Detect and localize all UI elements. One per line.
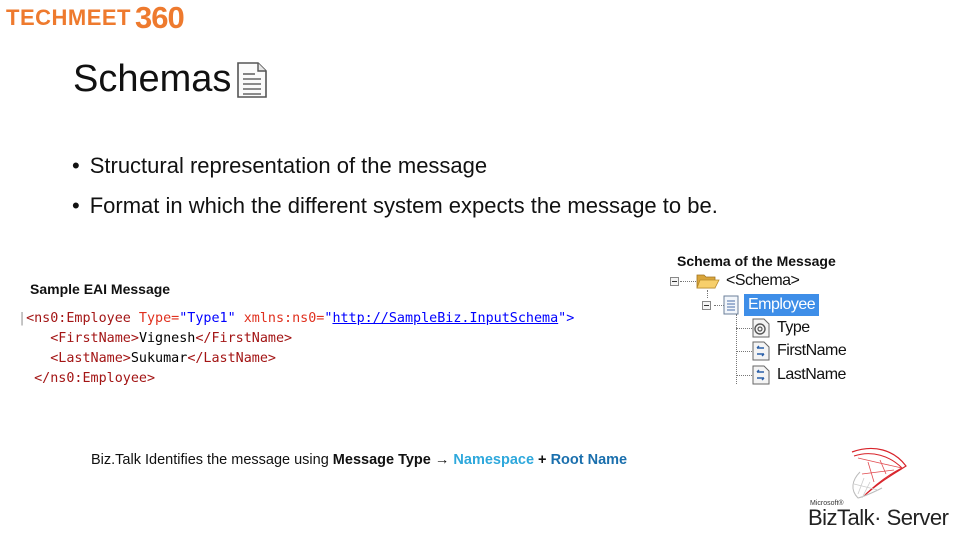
schema-caption: Schema of the Message bbox=[677, 253, 836, 269]
tree-node-label: Type bbox=[777, 319, 810, 336]
xml-tag: </ns0:Employee> bbox=[34, 371, 156, 386]
element-icon bbox=[752, 341, 770, 361]
tree-node-firstname[interactable]: FirstName bbox=[752, 340, 847, 362]
xml-sample: |<ns0:Employee Type="Type1" xmlns:ns0="h… bbox=[18, 309, 574, 389]
document-icon bbox=[237, 61, 268, 98]
xml-tag: <FirstName> bbox=[50, 331, 139, 346]
xml-tag: </LastName> bbox=[187, 351, 276, 366]
tree-node-label: LastName bbox=[777, 366, 846, 383]
tree-node-label: FirstName bbox=[777, 342, 847, 359]
xml-attr-name: Type= bbox=[130, 311, 180, 326]
sample-message-caption: Sample EAI Message bbox=[30, 281, 171, 297]
techmeet-logo: TECHMEET 360 bbox=[6, 0, 185, 35]
collapse-icon[interactable] bbox=[670, 276, 679, 286]
tree-connector bbox=[736, 351, 752, 352]
element-icon bbox=[752, 365, 770, 385]
tree-node-employee[interactable]: Employee bbox=[702, 294, 820, 316]
xml-attr-value: "Type1" bbox=[179, 311, 236, 326]
logo-number: 360 bbox=[135, 0, 185, 35]
attribute-icon bbox=[752, 318, 770, 338]
tree-node-schema[interactable]: <Schema> bbox=[670, 270, 800, 292]
tree-node-type[interactable]: Type bbox=[752, 317, 810, 339]
xml-attr-name: xmlns:ns0= bbox=[235, 311, 325, 326]
tree-node-label: <Schema> bbox=[726, 272, 800, 289]
plus-sign: + bbox=[534, 452, 551, 468]
xml-tag: </FirstName> bbox=[195, 331, 293, 346]
collapse-icon[interactable] bbox=[702, 300, 711, 310]
bullet-item: Structural representation of the message bbox=[72, 146, 718, 186]
logo-text: TECHMEET bbox=[6, 5, 131, 30]
note-prefix: Biz.Talk Identifies the message using bbox=[91, 452, 333, 468]
message-type-note: Biz.Talk Identifies the message using Me… bbox=[91, 452, 627, 468]
record-icon bbox=[723, 295, 739, 315]
tree-connector bbox=[736, 328, 752, 329]
biztalk-server-label: BizTalk· Server bbox=[808, 505, 949, 530]
bullet-item: Format in which the different system exp… bbox=[72, 186, 718, 226]
tree-node-lastname[interactable]: LastName bbox=[752, 364, 846, 386]
biztalk-server-logo: Microsoft® BizTalk· Server bbox=[808, 444, 949, 534]
root-name-label: Root Name bbox=[550, 452, 628, 468]
cursor-bar: | bbox=[18, 311, 27, 326]
namespace-label: Namespace bbox=[453, 452, 535, 468]
xml-quote: "> bbox=[558, 311, 575, 326]
namespace-link[interactable]: http://SampleBiz.InputSchema bbox=[332, 311, 558, 326]
slide-title-text: Schemas bbox=[73, 58, 232, 100]
xml-text: Sukumar bbox=[130, 351, 188, 366]
biztalk-swirl-icon bbox=[851, 447, 907, 499]
tree-connector bbox=[736, 314, 737, 384]
schema-tree: <Schema> Employee Type FirstName LastNam… bbox=[668, 270, 858, 388]
folder-open-icon bbox=[696, 274, 720, 289]
arrow-right-icon: → bbox=[434, 452, 450, 468]
xml-text: Vignesh bbox=[138, 331, 196, 346]
slide-title: Schemas bbox=[73, 58, 269, 101]
message-type-label: Message Type bbox=[332, 452, 431, 468]
bullet-list: Structural representation of the message… bbox=[72, 146, 718, 226]
tree-node-label: Employee bbox=[744, 294, 820, 316]
tree-connector bbox=[736, 375, 752, 376]
xml-tag: <ns0:Employee bbox=[26, 311, 131, 326]
xml-tag: <LastName> bbox=[50, 351, 131, 366]
